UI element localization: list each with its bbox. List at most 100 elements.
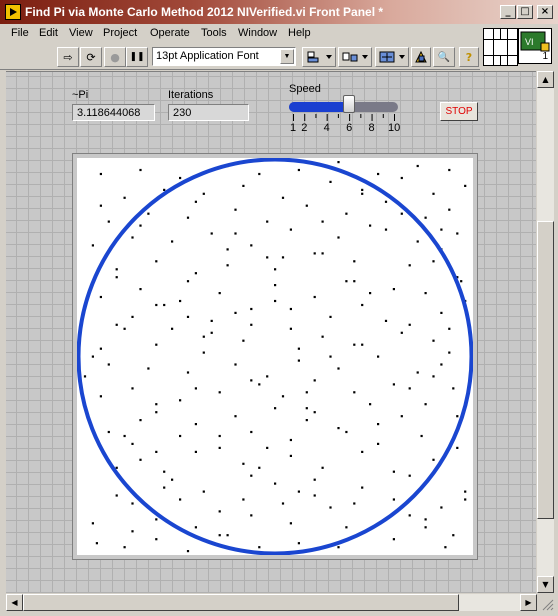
data-point (210, 331, 213, 334)
data-point (424, 518, 427, 521)
data-point (456, 415, 459, 418)
data-point (194, 272, 197, 275)
menu-tools[interactable]: Tools (201, 27, 227, 39)
run-continuously-icon[interactable]: ⟳ (80, 47, 102, 67)
menu-window[interactable]: Window (238, 27, 277, 39)
data-point (321, 252, 324, 255)
data-point (448, 168, 451, 172)
vertical-scroll-thumb[interactable] (537, 221, 554, 519)
data-point (377, 172, 380, 176)
vi-icon-number: 1 (542, 51, 548, 62)
xy-graph (72, 153, 478, 560)
data-point (242, 462, 245, 465)
scroll-left-button[interactable]: ◀ (6, 594, 23, 611)
window-title: Find Pi via Monte Carlo Method 2012 NIVe… (25, 5, 384, 19)
data-point (155, 411, 158, 414)
horizontal-scroll-thumb[interactable] (23, 594, 459, 611)
menu-edit[interactable]: Edit (39, 27, 58, 39)
data-point (321, 335, 324, 338)
data-point (171, 478, 174, 481)
speed-scale-label: 6 (346, 122, 353, 134)
menu-operate[interactable]: Operate (150, 27, 190, 39)
data-point (345, 526, 348, 529)
data-point (408, 514, 411, 517)
data-point (179, 299, 182, 303)
menu-view[interactable]: View (69, 27, 93, 39)
data-point (210, 319, 213, 322)
close-button[interactable]: × (537, 5, 553, 19)
data-point (297, 490, 300, 493)
data-point (408, 323, 411, 326)
data-point (202, 490, 205, 493)
speed-slider-thumb[interactable] (343, 95, 356, 113)
data-point (186, 280, 190, 283)
connector-terminal (507, 55, 518, 66)
abort-execution-icon[interactable]: ● (104, 47, 126, 67)
data-point (313, 252, 316, 255)
align-objects-button[interactable] (302, 47, 336, 67)
distribute-objects-button[interactable] (338, 47, 372, 67)
data-point (218, 534, 221, 537)
data-point (297, 359, 300, 362)
distribute-objects-icon (342, 52, 368, 62)
data-point (456, 232, 459, 235)
run-arrow-icon[interactable]: ⇨ (57, 47, 79, 67)
data-point (250, 244, 253, 247)
data-point (384, 319, 388, 322)
scroll-right-button[interactable]: ▶ (520, 594, 537, 611)
data-point (99, 395, 102, 398)
data-point (353, 260, 356, 263)
data-point (289, 438, 292, 442)
resize-objects-button[interactable] (375, 47, 409, 67)
data-point (131, 236, 134, 239)
data-point (400, 212, 403, 215)
data-point (147, 212, 150, 215)
data-point (416, 240, 419, 243)
menu-file[interactable]: File (11, 27, 29, 39)
data-point (329, 180, 332, 183)
data-point (281, 256, 285, 259)
scroll-up-button[interactable]: ▲ (537, 71, 554, 88)
vertical-scrollbar[interactable]: ▲ ▼ (537, 71, 554, 593)
scroll-down-button[interactable]: ▼ (537, 576, 554, 593)
iterations-indicator: 230 (168, 104, 249, 121)
data-point (400, 176, 403, 180)
data-point (274, 268, 277, 271)
data-point (115, 466, 118, 469)
data-point (321, 220, 324, 223)
connector-pane[interactable] (483, 28, 518, 66)
menu-project[interactable]: Project (103, 27, 137, 39)
text-settings-dropdown[interactable]: 13pt Application Font ▼ (152, 47, 296, 66)
vi-icon[interactable]: VI 1 (518, 28, 552, 64)
data-point (432, 260, 435, 263)
data-point (305, 419, 308, 422)
maximize-button[interactable]: □ (517, 5, 533, 19)
data-point (83, 375, 87, 378)
reorder-button[interactable] (411, 47, 431, 67)
pi-indicator: 3.118644068 (72, 104, 155, 121)
data-point (234, 311, 237, 314)
data-point (392, 288, 395, 291)
data-point (234, 232, 237, 235)
data-point (131, 502, 134, 505)
minimize-button[interactable]: _ (500, 5, 516, 19)
pause-icon[interactable]: ❚❚ (126, 47, 148, 67)
speed-slider-fill (289, 102, 350, 112)
stop-button[interactable]: STOP (440, 102, 478, 121)
speed-scale-label: 2 (301, 122, 308, 134)
data-point (305, 407, 308, 410)
data-point (234, 415, 237, 418)
resize-grip-icon[interactable] (540, 597, 554, 611)
data-point (313, 295, 316, 299)
speed-scale-label: 8 (368, 122, 375, 134)
speed-scale-label: 10 (388, 122, 401, 134)
data-point (250, 307, 253, 311)
horizontal-scrollbar[interactable]: ◀ ▶ (6, 594, 537, 611)
data-point (329, 355, 332, 358)
search-icon[interactable]: 🔍 (433, 47, 455, 67)
data-point (377, 442, 380, 445)
context-help-icon[interactable]: ? (459, 47, 479, 67)
menu-help[interactable]: Help (288, 27, 311, 39)
data-point (258, 546, 261, 549)
menu-bar: File Edit View Project Operate Tools Win… (0, 24, 558, 44)
